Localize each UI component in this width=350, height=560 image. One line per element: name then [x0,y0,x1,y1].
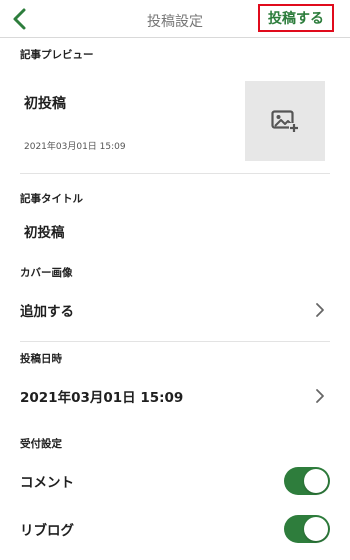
post-datetime-value: 2021年03月01日 15:09 [20,390,184,406]
comment-row: コメント [20,466,330,496]
cover-image-label: カバー画像 [20,267,73,279]
chevron-right-icon [316,389,324,403]
toggle-knob [304,469,328,493]
post-button[interactable]: 投稿する [258,4,334,32]
post-datetime-label: 投稿日時 [20,353,62,365]
preview-title: 初投稿 [24,96,66,112]
preview-image-placeholder[interactable] [245,81,325,161]
top-bar: 投稿設定 投稿する [0,0,350,38]
toggle-knob [304,517,328,541]
divider [20,173,330,174]
preview-date: 2021年03月01日 15:09 [24,142,126,152]
reblog-label: リブログ [20,523,74,539]
reblog-toggle[interactable] [284,515,330,543]
post-datetime-row[interactable]: 2021年03月01日 15:09 [20,381,330,411]
divider [20,341,330,342]
title-section-label: 記事タイトル [20,193,83,205]
chevron-right-icon [316,303,324,317]
article-title-field[interactable]: 初投稿 [24,221,65,241]
reblog-row: リブログ [20,514,330,544]
reception-section-label: 受付設定 [20,438,62,450]
add-image-icon [271,110,299,133]
cover-image-row[interactable]: 追加する [20,295,330,325]
comment-toggle[interactable] [284,467,330,495]
add-cover-link: 追加する [20,304,74,320]
comment-label: コメント [20,475,74,491]
preview-section-label: 記事プレビュー [20,49,94,61]
